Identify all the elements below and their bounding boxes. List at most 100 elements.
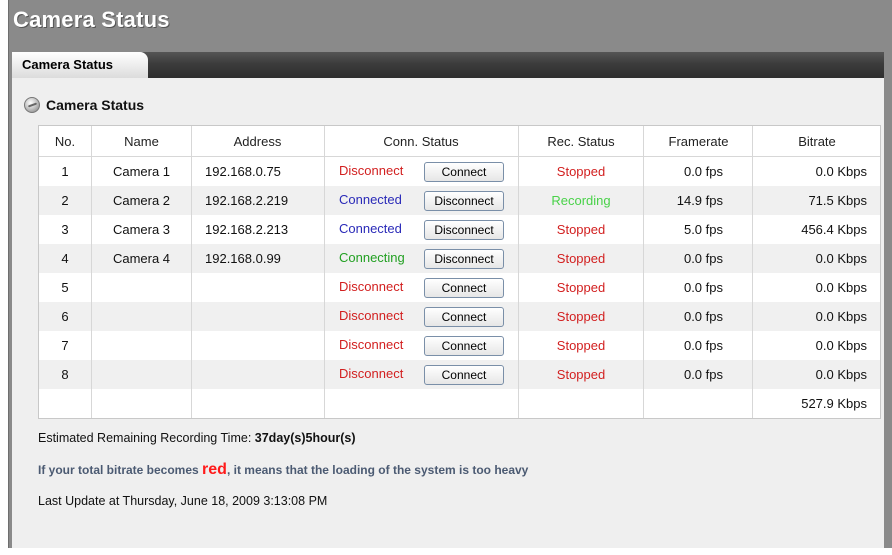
cell-rec-status: Stopped [518, 244, 644, 273]
table-row: 1 Camera 1 192.168.0.75 Disconnect Connect St… [39, 156, 880, 186]
remaining-time-value: 37day(s)5hour(s) [254, 431, 356, 445]
conn-status-text: Connecting [339, 249, 405, 265]
cell-conn-status: Disconnect Connect [324, 331, 519, 360]
cell-conn-status: Connecting Disconnect [324, 244, 519, 273]
header-rec-status: Rec. Status [518, 126, 644, 157]
cell-empty [643, 389, 753, 418]
cell-rec-status: Stopped [518, 156, 644, 186]
warning-suffix: , it means that the loading of the syste… [226, 463, 529, 477]
connect-button[interactable]: Connect [424, 161, 504, 182]
table-row: 2 Camera 2 192.168.2.219 Connected Disconnec… [39, 186, 880, 215]
table-row: 3 Camera 3 192.168.2.213 Connected Disconnec… [39, 215, 880, 244]
cell-no: 3 [61, 222, 69, 237]
cell-empty [91, 389, 192, 418]
conn-status-text: Disconnect [339, 307, 404, 323]
warning-red-word: red [202, 461, 227, 478]
remaining-time-line: Estimated Remaining Recording Time: 37da… [38, 431, 356, 445]
connect-button[interactable]: Connect [424, 277, 504, 298]
tab-camera-status[interactable]: Camera Status [12, 52, 148, 78]
cell-name: Camera 1 [91, 156, 192, 186]
cell-address: 192.168.2.213 [191, 215, 325, 244]
cell-address [191, 331, 325, 360]
table-row: 6 Disconnect Connect Stopped 0.0 fps 0.0 Kbps [39, 302, 880, 331]
remaining-time-label: Estimated Remaining Recording Time: [38, 431, 252, 445]
table-row: 5 Disconnect Connect Stopped 0.0 fps 0.0 Kbps [39, 273, 880, 302]
globe-icon [24, 97, 40, 113]
camera-status-table: No. Name Address Conn. Status Rec. Statu… [39, 126, 880, 418]
cell-framerate: 5.0 fps [643, 215, 753, 244]
cell-framerate: 0.0 fps [643, 331, 753, 360]
disconnect-button[interactable]: Disconnect [424, 190, 504, 211]
bitrate-warning: If your total bitrate becomes red, it me… [38, 461, 528, 479]
cell-bitrate: 0.0 Kbps [752, 273, 880, 302]
cell-rec-status: Stopped [518, 331, 644, 360]
cell-name: Camera 3 [91, 215, 192, 244]
disconnect-button[interactable]: Disconnect [424, 219, 504, 240]
cell-conn-status: Connected Disconnect [324, 215, 519, 244]
cell-no: 7 [61, 338, 69, 353]
header-name: Name [91, 126, 192, 157]
cell-address: 192.168.0.99 [191, 244, 325, 273]
cell-rec-status: Stopped [518, 273, 644, 302]
header-address: Address [191, 126, 325, 157]
cell-address: 192.168.0.75 [191, 156, 325, 186]
cell-no: 5 [61, 280, 69, 295]
cell-bitrate: 0.0 Kbps [752, 302, 880, 331]
header-framerate: Framerate [643, 126, 753, 157]
cell-framerate: 0.0 fps [643, 273, 753, 302]
cell-empty [518, 389, 644, 418]
section-title: Camera Status [46, 97, 145, 113]
cell-bitrate: 456.4 Kbps [752, 215, 880, 244]
cell-no: 8 [39, 360, 92, 389]
cell-name [91, 302, 192, 331]
cell-bitrate: 71.5 Kbps [752, 186, 880, 215]
warning-prefix: If your total bitrate becomes [38, 463, 199, 477]
cell-address [191, 302, 325, 331]
cell-bitrate: 0.0 Kbps [752, 156, 880, 186]
cell-empty [39, 389, 92, 418]
cell-framerate: 14.9 fps [643, 186, 753, 215]
connect-button[interactable]: Connect [424, 335, 504, 356]
cell-framerate: 0.0 fps [643, 244, 753, 273]
cell-conn-status: Disconnect Connect [324, 302, 519, 331]
cell-rec-status: Stopped [518, 360, 644, 389]
conn-status-text: Disconnect [339, 162, 404, 178]
total-bitrate: 527.9 Kbps [752, 389, 880, 418]
cell-bitrate: 0.0 Kbps [752, 244, 880, 273]
cell-name [91, 273, 192, 302]
cell-conn-status: Disconnect Connect [324, 156, 519, 186]
cell-empty [191, 389, 325, 418]
table-row: 4 Camera 4 192.168.0.99 Connecting Disconnec… [39, 244, 880, 273]
disconnect-button[interactable]: Disconnect [424, 248, 504, 269]
connect-button[interactable]: Connect [424, 306, 504, 327]
table-row: 7 Disconnect Connect Stopped 0.0 fps 0.0 Kbps [39, 331, 880, 360]
cell-address [191, 360, 325, 389]
camera-status-grid: No. Name Address Conn. Status Rec. Statu… [38, 125, 881, 419]
cell-framerate: 0.0 fps [643, 360, 753, 389]
cell-no: 2 [39, 186, 92, 215]
header-bitrate: Bitrate [752, 126, 880, 157]
table-total-row: 527.9 Kbps [39, 389, 880, 418]
header-no: No. [39, 126, 92, 157]
table-row: 8 Disconnect Connect Stopped 0.0 fps 0.0 Kbps [39, 360, 880, 389]
cell-name: Camera 4 [91, 244, 192, 273]
cell-name [91, 331, 192, 360]
last-update: Last Update at Thursday, June 18, 2009 3… [38, 494, 328, 508]
cell-no: 4 [39, 244, 92, 273]
cell-framerate: 0.0 fps [643, 302, 753, 331]
cell-bitrate: 0.0 Kbps [752, 331, 880, 360]
page-title: Camera Status [13, 7, 170, 32]
cell-empty [324, 389, 519, 418]
connect-button[interactable]: Connect [424, 364, 504, 385]
cell-address: 192.168.2.219 [191, 186, 325, 215]
conn-status-text: Disconnect [339, 278, 404, 294]
tab-bar: Camera Status [12, 52, 884, 78]
conn-status-text: Disconnect [339, 365, 404, 381]
cell-no: 6 [39, 302, 92, 331]
cell-name [91, 360, 192, 389]
header-conn-status: Conn. Status [324, 126, 519, 157]
table-header-row: No. Name Address Conn. Status Rec. Statu… [39, 126, 880, 157]
cell-rec-status: Stopped [518, 215, 644, 244]
cell-conn-status: Connected Disconnect [324, 186, 519, 215]
cell-rec-status: Stopped [518, 302, 644, 331]
